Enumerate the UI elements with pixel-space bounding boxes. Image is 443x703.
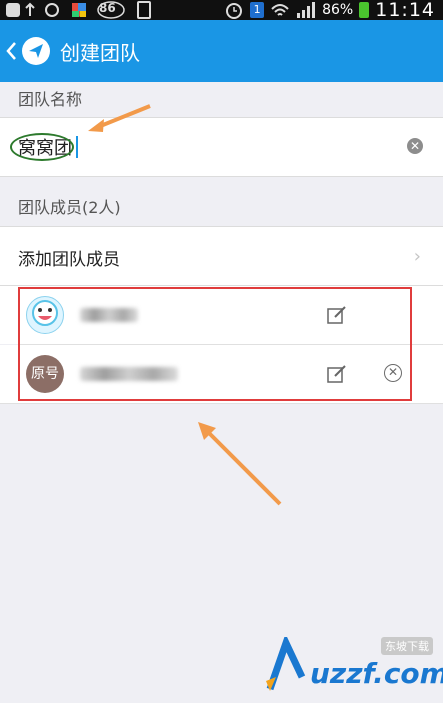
arrow-to-name-field [88, 104, 151, 132]
arrow-to-member-list [198, 422, 282, 506]
watermark-text: uzzf.com [310, 657, 443, 690]
watermark-logo-icon [266, 637, 306, 691]
annotation-arrows [88, 104, 282, 506]
watermark-badge: 东坡下载 [381, 637, 433, 655]
watermark: uzzf.com 东坡下载 [262, 637, 443, 695]
